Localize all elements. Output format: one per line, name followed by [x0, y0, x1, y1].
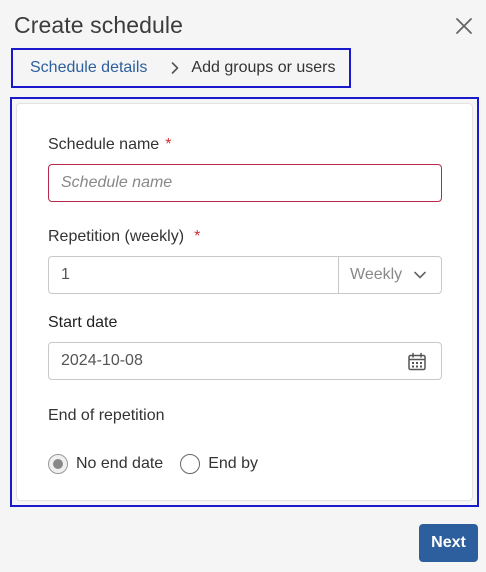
repetition-count-input[interactable]: 1: [49, 257, 338, 293]
repetition-label: Repetition (weekly) *: [48, 228, 200, 246]
breadcrumb-step-add-groups[interactable]: Add groups or users: [191, 59, 335, 77]
chevron-down-icon: [414, 271, 426, 279]
repetition-unit-value: Weekly: [350, 266, 403, 283]
close-button[interactable]: [452, 14, 476, 38]
start-date-value: 2024-10-08: [61, 352, 143, 369]
calendar-icon[interactable]: [407, 352, 427, 372]
schedule-name-placeholder: Schedule name: [61, 174, 173, 191]
radio-circle-checked: [48, 454, 68, 474]
start-date-label: Start date: [48, 314, 118, 331]
close-icon: [456, 18, 472, 34]
repetition-label-text: Repetition (weekly): [48, 228, 185, 245]
radio-no-end-date[interactable]: No end date: [48, 454, 163, 474]
required-mark: *: [165, 136, 172, 153]
breadcrumb-step-schedule-details[interactable]: Schedule details: [30, 59, 147, 77]
radio-no-end-date-label: No end date: [76, 455, 164, 472]
form-card: Schedule name * Schedule name Repetition …: [16, 103, 473, 501]
schedule-name-label-text: Schedule name: [48, 136, 160, 153]
start-date-input[interactable]: 2024-10-08: [48, 342, 442, 380]
chevron-right-icon: [169, 61, 181, 75]
schedule-name-input[interactable]: Schedule name: [48, 164, 442, 202]
form-section-outline: Schedule name * Schedule name Repetition …: [10, 97, 479, 507]
end-of-repetition-label: End of repetition: [48, 407, 165, 424]
breadcrumb: Schedule details Add groups or users: [11, 48, 351, 88]
radio-end-by[interactable]: End by: [180, 454, 258, 474]
radio-end-by-label: End by: [208, 455, 258, 472]
schedule-name-label: Schedule name *: [48, 136, 171, 154]
repetition-unit-select[interactable]: Weekly: [338, 257, 441, 293]
next-button[interactable]: Next: [419, 524, 478, 562]
end-of-repetition-options: No end date End by: [48, 454, 275, 474]
radio-circle-unchecked: [180, 454, 201, 474]
repetition-field: 1 Weekly: [48, 256, 442, 294]
dialog-title: Create schedule: [14, 12, 183, 38]
required-mark: *: [194, 228, 201, 245]
